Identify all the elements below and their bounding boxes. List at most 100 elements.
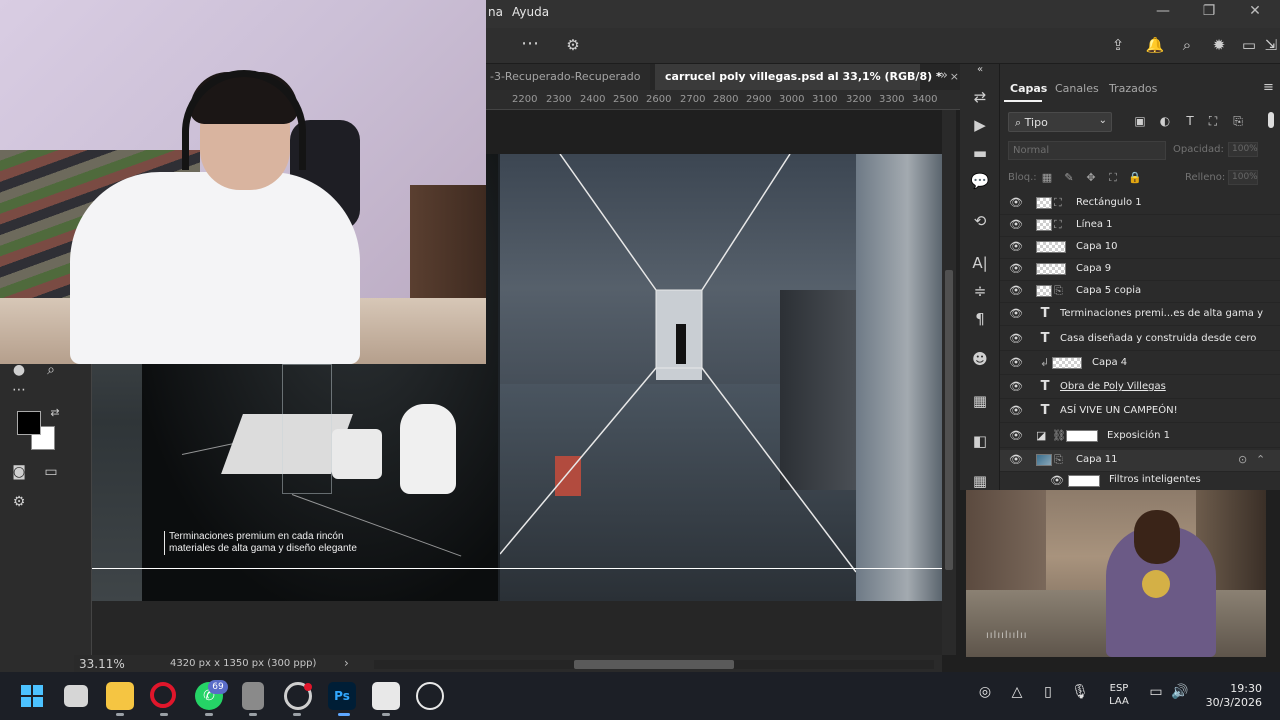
collapse-panels-icon[interactable]: « (969, 64, 991, 75)
filter-toggle[interactable] (1268, 112, 1274, 128)
layer-row[interactable]: 👁 Capa 10 (1000, 237, 1280, 259)
chevron-up-icon[interactable]: ⌃ (1256, 453, 1265, 466)
file-explorer-icon[interactable] (106, 682, 134, 710)
swap-colors-icon[interactable]: ⇄ (44, 406, 66, 419)
lock-all-icon[interactable]: 🔒 (1127, 171, 1143, 184)
battery-icon[interactable]: ▯ (1038, 684, 1058, 700)
filter-smart-icon[interactable]: ⎘ (1230, 114, 1246, 129)
photoshop-icon[interactable]: Ps (328, 682, 356, 710)
zoom-level[interactable]: 33.11% (79, 657, 125, 671)
network-icon[interactable]: ▭ (1146, 684, 1166, 700)
menu-item-help[interactable]: Ayuda (512, 5, 549, 19)
horizontal-scrollbar[interactable] (374, 660, 934, 669)
character-icon[interactable]: A| (969, 254, 991, 272)
adjust-sliders-icon[interactable]: ≑ (969, 282, 991, 300)
chatgpt-icon[interactable] (416, 682, 444, 710)
layer-filter-select[interactable]: ⌕ Tipo ⌄ (1008, 112, 1112, 132)
close-window-button[interactable]: ✕ (1240, 3, 1270, 19)
lock-position-icon[interactable]: ✥ (1083, 171, 1099, 184)
lock-pixels-icon[interactable]: ✎ (1061, 171, 1077, 184)
eye-icon[interactable]: 👁 (1009, 332, 1023, 345)
libraries-icon[interactable]: ☻ (969, 350, 991, 368)
tab-recuperado[interactable]: -3-Recuperado-Recuperado (480, 64, 650, 90)
history-icon[interactable]: ⟲ (969, 212, 991, 230)
eye-icon[interactable]: 👁 (1009, 196, 1023, 209)
layer-row[interactable]: 👁 T Terminaciones premi...es de alta gam… (1000, 304, 1280, 326)
menu-item-partial[interactable]: na (488, 5, 503, 19)
task-view-icon[interactable] (64, 685, 88, 707)
lock-transparency-icon[interactable]: ▦ (1039, 171, 1055, 184)
microphone-icon[interactable]: 🎙 (1070, 684, 1090, 700)
start-button[interactable] (18, 682, 46, 710)
eye-icon[interactable]: 👁 (1009, 307, 1023, 320)
layer-row[interactable]: 👁 T Obra de Poly Villegas (1000, 377, 1280, 399)
volume-icon[interactable]: 🔊 (1170, 684, 1190, 700)
close-tab-icon[interactable]: × (950, 70, 959, 83)
layer-row[interactable]: 👁 T ASÍ VIVE UN CAMPEÓN! (1000, 401, 1280, 423)
opacity-input[interactable]: 100% (1228, 142, 1258, 157)
canvas-caption[interactable]: Terminaciones premium en cada rincón mat… (164, 531, 454, 555)
google-drive-icon[interactable]: △ (1007, 684, 1027, 700)
usb-drive-icon[interactable] (242, 682, 264, 710)
vertical-scrollbar[interactable] (942, 110, 956, 655)
horizontal-scroll-thumb[interactable] (574, 660, 734, 669)
patterns-icon[interactable]: ▦ (969, 472, 991, 490)
gear-icon[interactable]: ⚙ (562, 36, 584, 54)
restore-button[interactable]: ❐ (1194, 3, 1224, 19)
layer-row[interactable]: 👁 ⎘ Capa 11 ⊙ ⌃ (1000, 450, 1280, 472)
layer-row[interactable]: 👁 ↲ Capa 4 (1000, 353, 1280, 375)
status-expand-icon[interactable]: › (344, 656, 349, 670)
language-indicator[interactable]: ESP LAA (1106, 682, 1132, 708)
more-options-icon[interactable]: ⋯ (519, 33, 541, 54)
quick-mask-icon[interactable]: ◙ (8, 464, 30, 480)
blend-mode-select[interactable]: Normal (1008, 141, 1166, 160)
tab-paths[interactable]: Trazados (1109, 82, 1157, 95)
layer-row[interactable]: 👁 ⎘ Capa 5 copia (1000, 281, 1280, 303)
foreground-color-swatch[interactable] (17, 411, 41, 435)
lightbulb-icon[interactable]: ✹ (1208, 36, 1230, 54)
panel-menu-icon[interactable]: ≡ (1263, 80, 1274, 95)
eye-icon[interactable]: 👁 (1009, 380, 1023, 393)
layer-row[interactable]: 👁 ◪ ⛓ Exposición 1 (1000, 426, 1280, 448)
history-brush-icon[interactable]: ⇄ (969, 88, 991, 106)
eye-icon[interactable]: 👁 (1009, 404, 1023, 417)
vertical-scroll-thumb[interactable] (945, 270, 953, 570)
eye-icon[interactable]: 👁 (1009, 453, 1023, 466)
gradients-icon[interactable]: ◧ (969, 432, 991, 450)
tab-channels[interactable]: Canales (1055, 82, 1099, 95)
filter-pixel-icon[interactable]: ▣ (1132, 114, 1148, 128)
smart-filter-icon[interactable]: ⊙ (1238, 453, 1247, 466)
layer-row[interactable]: 👁 Filtros inteligentes (1000, 472, 1280, 490)
filter-type-icon[interactable]: T (1182, 114, 1198, 128)
eye-icon[interactable]: 👁 (1050, 474, 1064, 487)
eye-icon[interactable]: 👁 (1009, 262, 1023, 275)
layer-row[interactable]: 👁 ⛶ Rectángulo 1 (1000, 193, 1280, 215)
layer-row[interactable]: 👁 T Casa diseñada y construida desde cer… (1000, 329, 1280, 351)
fill-input[interactable]: 100% (1228, 170, 1258, 185)
snipping-tool-icon[interactable] (372, 682, 400, 710)
eye-icon[interactable]: 👁 (1009, 429, 1023, 442)
actions-play-icon[interactable]: ▶ (969, 116, 991, 134)
more-tools-icon[interactable]: ⋯ (8, 382, 30, 398)
tab-carrucel[interactable]: carrucel poly villegas.psd al 33,1% (RGB… (655, 64, 959, 90)
opera-icon[interactable] (150, 682, 176, 708)
minimize-button[interactable]: — (1148, 3, 1178, 19)
tabs-overflow-icon[interactable]: » (940, 68, 948, 83)
eye-icon[interactable]: 👁 (1009, 240, 1023, 253)
lock-artboard-icon[interactable]: ⛶ (1105, 171, 1121, 185)
filter-adjustment-icon[interactable]: ◐ (1157, 114, 1173, 128)
eye-icon[interactable]: 👁 (1009, 218, 1023, 231)
tab-layers[interactable]: Capas (1010, 82, 1047, 95)
zoom-tool-icon[interactable]: ⌕ (40, 362, 62, 378)
comments-icon[interactable]: 💬 (969, 172, 991, 190)
workspace-icon[interactable]: ▭ (1238, 36, 1260, 54)
eye-icon[interactable]: 👁 (1009, 284, 1023, 297)
paragraph-icon[interactable]: ¶ (969, 310, 991, 328)
expand-icon[interactable]: ⇲ (1260, 36, 1280, 54)
swatches-icon[interactable]: ▦ (969, 392, 991, 410)
filter-shape-icon[interactable]: ⛶ (1205, 114, 1221, 129)
brush-tool-icon[interactable]: ● (8, 362, 30, 378)
share-icon[interactable]: ⇪ (1107, 36, 1129, 54)
tool-settings-icon[interactable]: ⚙ (8, 494, 30, 510)
bell-icon[interactable]: 🔔 (1144, 36, 1166, 54)
